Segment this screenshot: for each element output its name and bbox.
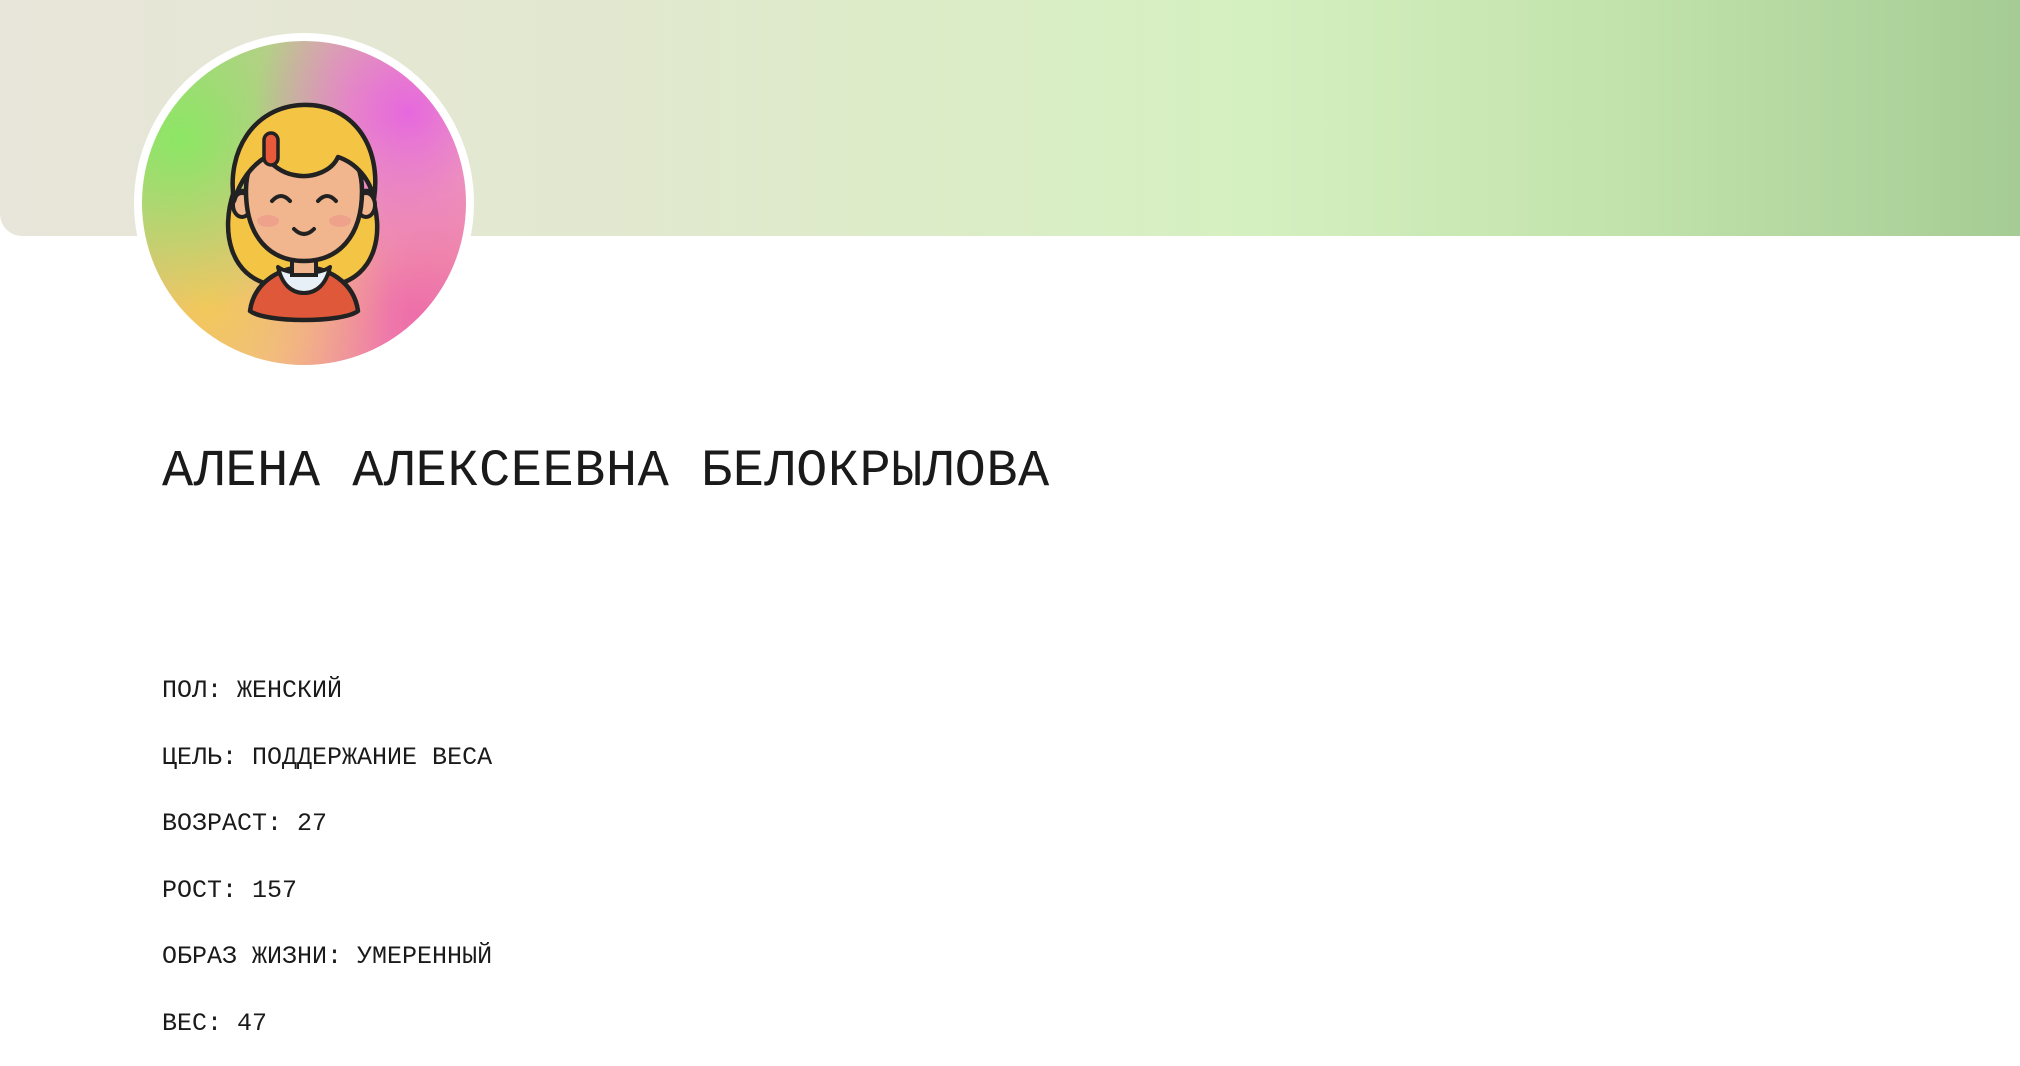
- detail-separator: :: [267, 809, 298, 838]
- detail-label: РОСТ: [162, 875, 223, 905]
- detail-label: ПОЛ: [162, 676, 208, 705]
- detail-weight: ВЕС: 47: [162, 1009, 492, 1066]
- detail-height: РОСТ: 157: [162, 876, 492, 943]
- detail-value: 157: [252, 875, 298, 905]
- detail-separator: :: [327, 942, 358, 971]
- detail-separator: :: [222, 875, 253, 905]
- detail-label: ВЕС: [162, 1008, 208, 1038]
- detail-label: ВОЗРАСТ: [162, 809, 268, 838]
- detail-value: ПОДДЕРЖАНИЕ ВЕСА: [252, 742, 493, 772]
- detail-value: 27: [297, 809, 328, 838]
- profile-details: ПОЛ: ЖЕНСКИЙ ЦЕЛЬ: ПОДДЕРЖАНИЕ ВЕСА ВОЗРАС…: [162, 676, 492, 1066]
- detail-value: ЖЕНСКИЙ: [237, 676, 343, 705]
- detail-separator: :: [207, 1008, 238, 1038]
- girl-avatar-icon: [225, 102, 380, 323]
- profile-name: АЛЕНА АЛЕКСЕЕВНА БЕЛОКРЫЛОВА: [162, 442, 1050, 501]
- detail-goal: ЦЕЛЬ: ПОДДЕРЖАНИЕ ВЕСА: [162, 743, 492, 810]
- detail-age: ВОЗРАСТ: 27: [162, 809, 492, 876]
- detail-lifestyle: ОБРАЗ ЖИЗНИ: УМЕРЕННЫЙ: [162, 942, 492, 1009]
- avatar-image: [142, 41, 466, 365]
- detail-gender: ПОЛ: ЖЕНСКИЙ: [162, 676, 492, 743]
- detail-separator: :: [222, 742, 253, 772]
- detail-value: 47: [237, 1008, 268, 1038]
- detail-label: ОБРАЗ ЖИЗНИ: [162, 942, 328, 971]
- detail-value: УМЕРЕННЫЙ: [357, 942, 493, 971]
- detail-separator: :: [207, 676, 238, 705]
- avatar: [134, 33, 474, 373]
- detail-label: ЦЕЛЬ: [162, 742, 223, 772]
